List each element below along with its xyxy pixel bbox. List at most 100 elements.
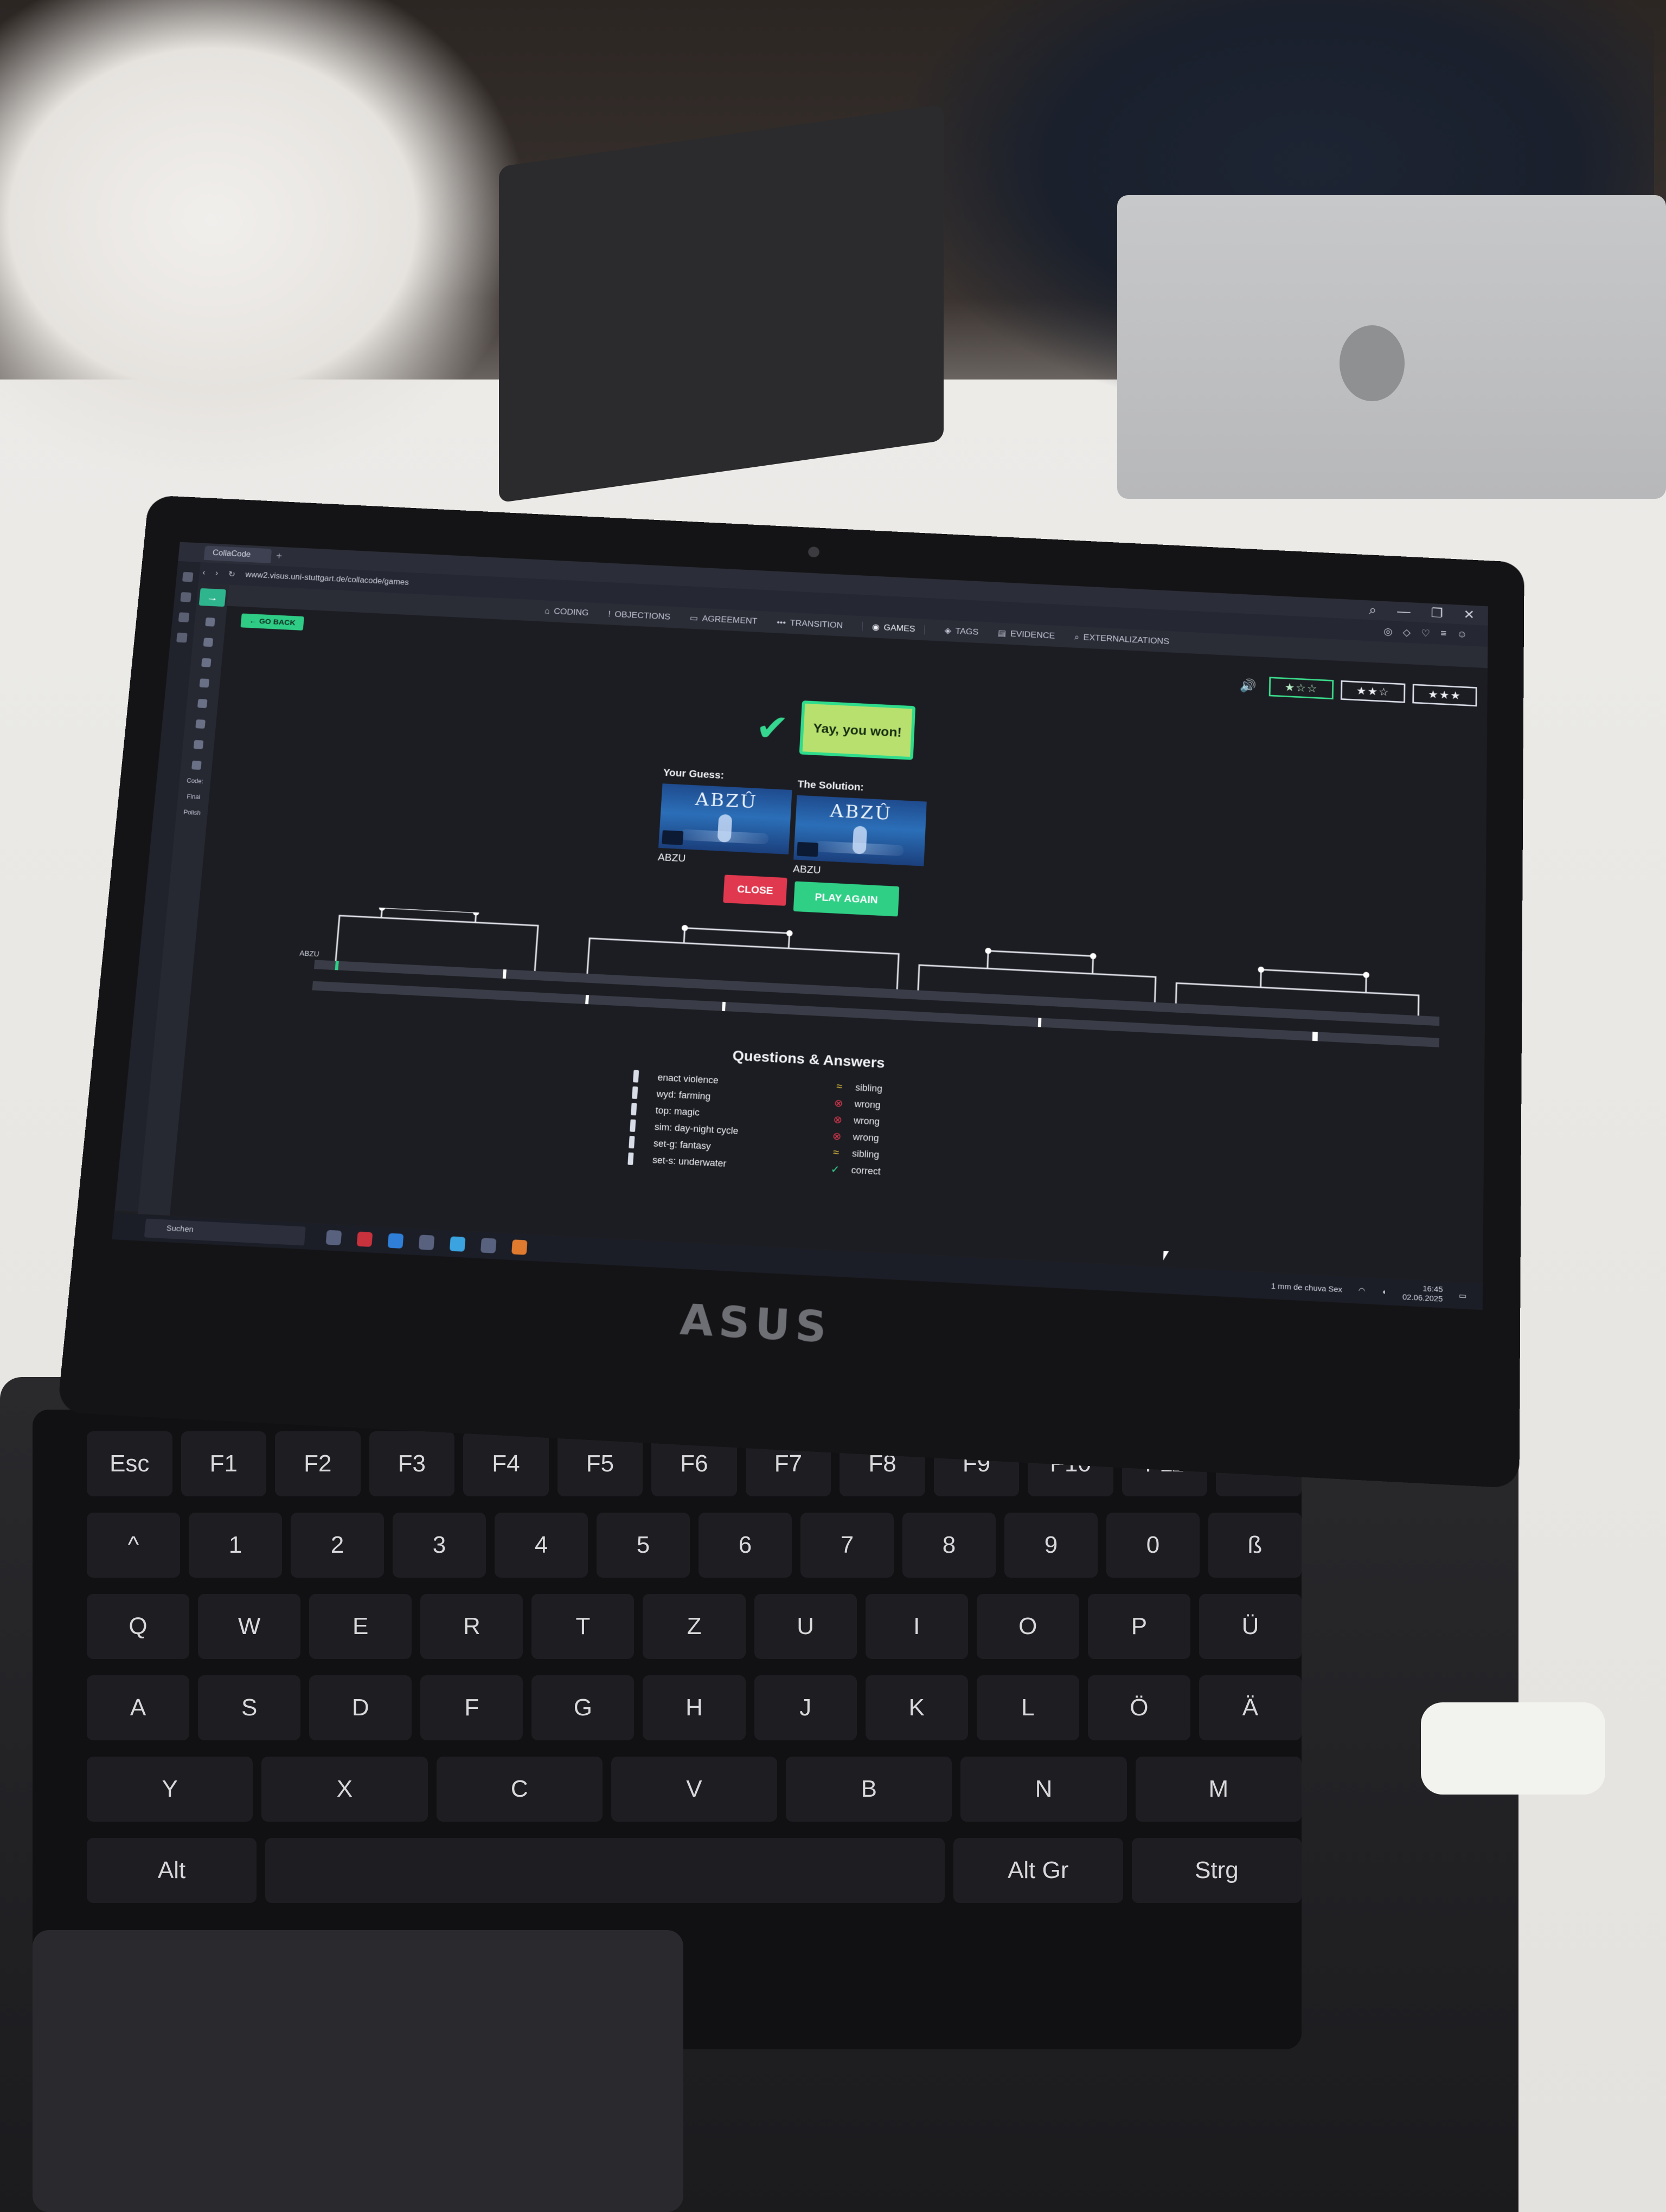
key[interactable]: 8 bbox=[902, 1513, 996, 1578]
opera-icon[interactable] bbox=[357, 1232, 373, 1247]
key[interactable]: P bbox=[1088, 1594, 1190, 1659]
sync-icon[interactable] bbox=[201, 658, 212, 667]
back-icon[interactable]: ‹ bbox=[202, 569, 206, 577]
heart-icon[interactable]: ♡ bbox=[1421, 627, 1430, 639]
close-icon[interactable]: ✕ bbox=[1463, 607, 1475, 623]
notification-icon[interactable]: ▭ bbox=[1459, 1291, 1466, 1301]
key[interactable]: Strg bbox=[1132, 1838, 1302, 1903]
key[interactable]: F1 bbox=[181, 1431, 267, 1496]
store-icon[interactable] bbox=[480, 1238, 497, 1253]
menu-icon[interactable]: ≡ bbox=[1440, 628, 1446, 640]
key[interactable]: Y bbox=[87, 1757, 253, 1822]
key[interactable]: Alt bbox=[87, 1838, 257, 1903]
nav-coding[interactable]: ⌂ CODING bbox=[544, 606, 589, 618]
firefox-icon[interactable] bbox=[511, 1239, 527, 1255]
key[interactable]: N bbox=[960, 1757, 1126, 1822]
key[interactable]: D bbox=[309, 1675, 412, 1740]
key[interactable]: S bbox=[198, 1675, 300, 1740]
key[interactable]: T bbox=[531, 1594, 634, 1659]
bookmark-icon[interactable] bbox=[176, 633, 188, 643]
play-again-button[interactable]: PLAY AGAIN bbox=[793, 881, 899, 916]
key[interactable]: K bbox=[866, 1675, 968, 1740]
go-back-button[interactable]: ← GO BACK bbox=[240, 613, 304, 630]
key[interactable]: 7 bbox=[800, 1513, 894, 1578]
key[interactable]: 3 bbox=[393, 1513, 486, 1578]
minimize-icon[interactable]: — bbox=[1397, 604, 1411, 620]
key[interactable]: G bbox=[531, 1675, 634, 1740]
file-explorer-icon[interactable] bbox=[325, 1230, 342, 1245]
speaker-icon[interactable]: ◖ bbox=[1381, 1287, 1386, 1296]
key[interactable]: O bbox=[977, 1594, 1079, 1659]
spacebar[interactable] bbox=[265, 1838, 945, 1903]
key[interactable]: Ö bbox=[1088, 1675, 1190, 1740]
steam-icon[interactable] bbox=[419, 1234, 435, 1250]
key[interactable]: X bbox=[261, 1757, 427, 1822]
lightbulb-icon[interactable] bbox=[191, 761, 202, 770]
user-icon[interactable] bbox=[205, 618, 215, 627]
key[interactable]: U bbox=[754, 1594, 857, 1659]
vscode-icon[interactable] bbox=[388, 1233, 404, 1248]
reload-icon[interactable]: ↻ bbox=[228, 569, 235, 579]
list-icon[interactable] bbox=[197, 699, 208, 708]
key[interactable]: R bbox=[420, 1594, 523, 1659]
key[interactable]: V bbox=[611, 1757, 777, 1822]
key[interactable]: Esc bbox=[87, 1431, 172, 1496]
key[interactable]: 1 bbox=[189, 1513, 282, 1578]
shield-icon[interactable]: ◇ bbox=[1402, 626, 1411, 639]
nav-externalizations[interactable]: ⌕ EXTERNALIZATIONS bbox=[1074, 632, 1169, 646]
forward-icon[interactable]: › bbox=[215, 569, 219, 578]
key[interactable]: A bbox=[87, 1675, 189, 1740]
new-tab-icon[interactable]: + bbox=[275, 551, 283, 562]
key[interactable]: 9 bbox=[1004, 1513, 1098, 1578]
key[interactable]: B bbox=[786, 1757, 952, 1822]
tag-icon[interactable] bbox=[199, 678, 209, 687]
nav-agreement[interactable]: ▭ AGREEMENT bbox=[689, 613, 758, 626]
clock[interactable]: 16:45 02.06.2025 bbox=[1402, 1283, 1443, 1304]
search-icon[interactable]: ⌕ bbox=[1369, 602, 1376, 618]
key[interactable]: F3 bbox=[369, 1431, 455, 1496]
refresh-icon[interactable] bbox=[203, 638, 214, 647]
profile-icon[interactable]: ☺ bbox=[1457, 628, 1468, 641]
nav-games[interactable]: ◉ GAMES bbox=[862, 622, 925, 635]
taskbar-search[interactable]: Suchen bbox=[144, 1219, 306, 1246]
key[interactable]: H bbox=[643, 1675, 745, 1740]
restore-icon[interactable]: ❐ bbox=[1431, 606, 1443, 622]
key[interactable]: 5 bbox=[597, 1513, 690, 1578]
key[interactable]: Z bbox=[643, 1594, 745, 1659]
telegram-icon[interactable] bbox=[450, 1236, 466, 1251]
key[interactable]: W bbox=[198, 1594, 300, 1659]
messenger-icon[interactable] bbox=[180, 592, 191, 602]
nav-transition[interactable]: ••• TRANSITION bbox=[777, 618, 843, 631]
volume-icon[interactable]: 🔊 bbox=[1240, 678, 1257, 693]
url-field[interactable]: www2.visus.uni-stuttgart.de/collacode/ga… bbox=[245, 571, 409, 588]
grid-icon[interactable] bbox=[194, 740, 204, 749]
nav-evidence[interactable]: ▤ EVIDENCE bbox=[998, 628, 1055, 641]
key[interactable]: 4 bbox=[495, 1513, 588, 1578]
key[interactable]: ^ bbox=[87, 1513, 180, 1578]
key[interactable]: Ä bbox=[1199, 1675, 1302, 1740]
nav-objections[interactable]: ! OBJECTIONS bbox=[608, 609, 671, 622]
difficulty-easy[interactable]: ★☆☆ bbox=[1269, 677, 1334, 699]
key[interactable]: 6 bbox=[699, 1513, 792, 1578]
close-button[interactable]: CLOSE bbox=[723, 874, 787, 905]
difficulty-hard[interactable]: ★★★ bbox=[1412, 684, 1477, 706]
key[interactable]: F2 bbox=[275, 1431, 361, 1496]
key[interactable]: L bbox=[977, 1675, 1079, 1740]
filter-icon[interactable] bbox=[195, 719, 206, 729]
difficulty-medium[interactable]: ★★☆ bbox=[1341, 680, 1406, 703]
history-icon[interactable] bbox=[178, 612, 190, 622]
key[interactable]: Alt Gr bbox=[953, 1838, 1123, 1903]
key[interactable]: F4 bbox=[463, 1431, 549, 1496]
key[interactable]: C bbox=[437, 1757, 603, 1822]
key[interactable]: Ü bbox=[1199, 1594, 1302, 1659]
key[interactable]: E bbox=[309, 1594, 412, 1659]
key[interactable]: 0 bbox=[1106, 1513, 1200, 1578]
key[interactable]: J bbox=[754, 1675, 857, 1740]
key[interactable]: M bbox=[1136, 1757, 1302, 1822]
browser-tab[interactable]: CollaCode bbox=[204, 545, 272, 563]
home-icon[interactable] bbox=[182, 572, 194, 582]
touchpad[interactable] bbox=[33, 1930, 683, 2212]
key[interactable]: I bbox=[866, 1594, 968, 1659]
camera-icon[interactable]: ◎ bbox=[1383, 625, 1393, 638]
key[interactable]: ß bbox=[1208, 1513, 1302, 1578]
